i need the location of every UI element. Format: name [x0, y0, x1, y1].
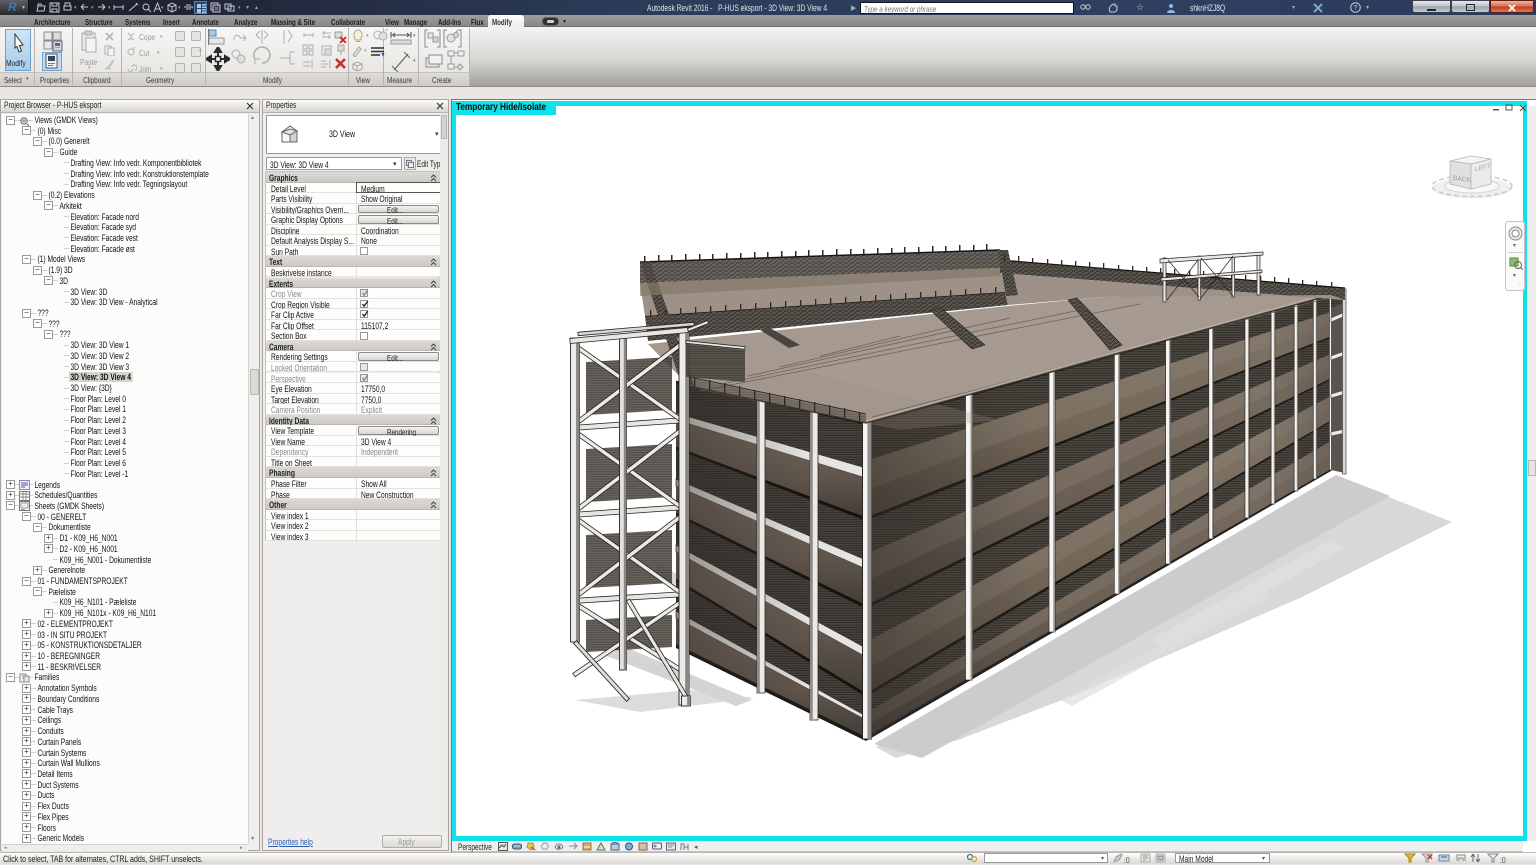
svg-text:?: ?	[1354, 5, 1358, 12]
